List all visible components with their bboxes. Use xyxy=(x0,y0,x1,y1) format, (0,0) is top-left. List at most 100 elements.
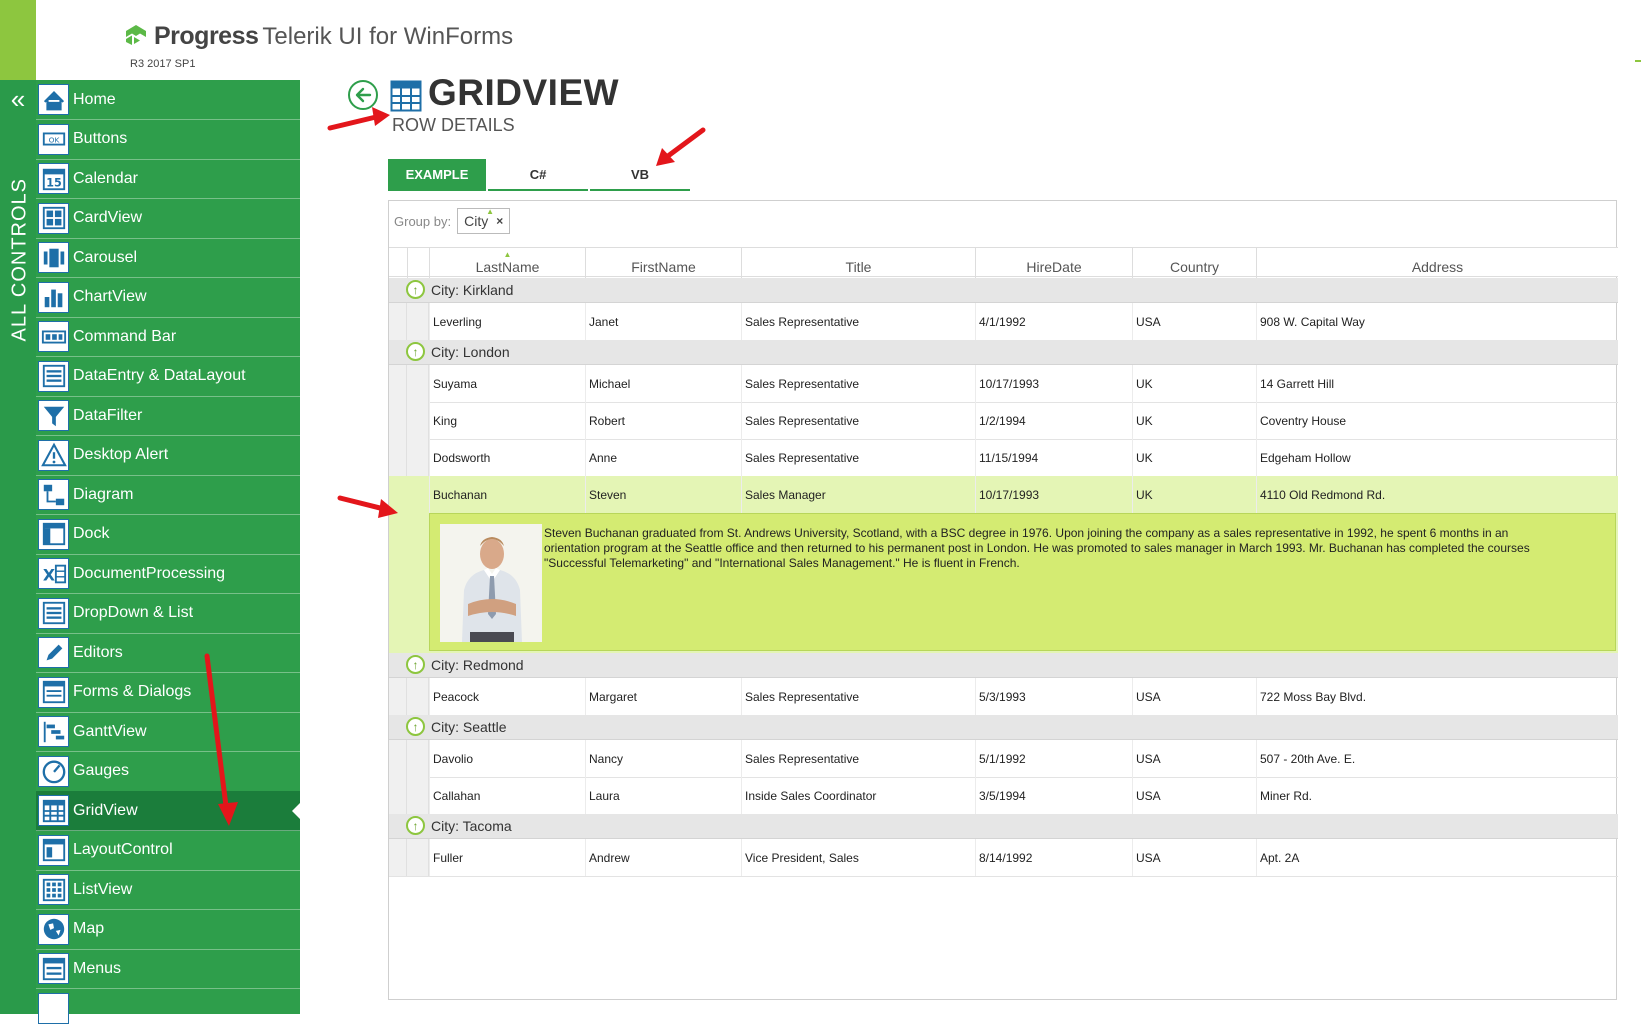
cell-country[interactable]: UK xyxy=(1132,476,1256,513)
cell-title[interactable]: Sales Representative xyxy=(741,740,975,777)
sidebar-item-desktop-alert[interactable]: Desktop Alert xyxy=(36,436,300,476)
sidebar-item-carousel[interactable]: Carousel xyxy=(36,238,300,278)
sidebar-item-documentprocessing[interactable]: X DocumentProcessing xyxy=(36,554,300,594)
sidebar-item-forms-dialogs[interactable]: Forms & Dialogs xyxy=(36,673,300,713)
table-row[interactable]: Peacock Margaret Sales Representative 5/3/1… xyxy=(389,678,1618,716)
cell-firstname[interactable]: Michael xyxy=(585,365,741,402)
row-indicator[interactable] xyxy=(407,740,429,777)
sidebar-item-dropdown-list[interactable]: DropDown & List xyxy=(36,594,300,634)
cell-firstname[interactable]: Margaret xyxy=(585,678,741,715)
cell-country[interactable]: USA xyxy=(1132,740,1256,777)
cell-lastname[interactable]: Suyama xyxy=(429,365,585,402)
sidebar-item-layoutcontrol[interactable]: LayoutControl xyxy=(36,831,300,871)
column-header-address[interactable]: Address xyxy=(1256,248,1618,278)
row-indicator[interactable] xyxy=(407,303,429,340)
cell-title[interactable]: Sales Representative xyxy=(741,303,975,340)
sidebar-item-datafilter[interactable]: DataFilter xyxy=(36,396,300,436)
row-indicator[interactable] xyxy=(407,365,429,402)
cell-country[interactable]: USA xyxy=(1132,777,1256,814)
cell-address[interactable]: Edgeham Hollow xyxy=(1256,439,1618,476)
tab-csharp[interactable]: C# xyxy=(488,159,588,191)
cell-title[interactable]: Sales Representative xyxy=(741,402,975,439)
group-row[interactable]: ↑ City: London xyxy=(389,340,1618,365)
cell-address[interactable]: 722 Moss Bay Blvd. xyxy=(1256,678,1618,715)
cell-address[interactable]: Miner Rd. xyxy=(1256,777,1618,814)
cell-firstname[interactable]: Janet xyxy=(585,303,741,340)
collapse-group-icon[interactable]: ↑ xyxy=(406,816,425,835)
group-row[interactable]: ↑ City: Tacoma xyxy=(389,814,1618,839)
cell-lastname[interactable]: Leverling xyxy=(429,303,585,340)
cell-lastname[interactable]: Dodsworth xyxy=(429,439,585,476)
column-header-country[interactable]: Country xyxy=(1132,248,1256,278)
cell-hiredate[interactable]: 4/1/1992 xyxy=(975,303,1132,340)
sidebar-item-buttons[interactable]: OK Buttons xyxy=(36,120,300,160)
row-indicator[interactable] xyxy=(407,678,429,715)
sidebar-item-home[interactable]: Home xyxy=(36,80,300,120)
cell-lastname[interactable]: Buchanan xyxy=(429,476,585,513)
cell-title[interactable]: Sales Manager xyxy=(741,476,975,513)
cell-title[interactable]: Vice President, Sales xyxy=(741,839,975,876)
group-chip-city[interactable]: ▲ City × xyxy=(457,207,511,234)
cell-hiredate[interactable]: 5/3/1993 xyxy=(975,678,1132,715)
sidebar-item-chartview[interactable]: ChartView xyxy=(36,278,300,318)
cell-address[interactable]: Apt. 2A xyxy=(1256,839,1618,876)
column-header-lastname[interactable]: LastName ▲ xyxy=(429,248,585,278)
sidebar-item-menus[interactable]: Menus xyxy=(36,949,300,989)
row-indicator[interactable] xyxy=(407,402,429,439)
cell-title[interactable]: Sales Representative xyxy=(741,365,975,402)
cell-firstname[interactable]: Anne xyxy=(585,439,741,476)
sidebar-item-calendar[interactable]: 15 Calendar xyxy=(36,159,300,199)
tab-vb[interactable]: VB xyxy=(590,159,690,191)
sidebar-item-dataentry-datalayout[interactable]: DataEntry & DataLayout xyxy=(36,357,300,397)
cell-lastname[interactable]: Callahan xyxy=(429,777,585,814)
table-row[interactable]: Suyama Michael Sales Representative 10/17/1… xyxy=(389,365,1618,403)
group-row[interactable]: ↑ City: Seattle xyxy=(389,715,1618,740)
sidebar-item-listview[interactable]: ListView xyxy=(36,870,300,910)
collapse-group-icon[interactable]: ↑ xyxy=(406,655,425,674)
cell-hiredate[interactable]: 1/2/1994 xyxy=(975,402,1132,439)
sidebar-item-diagram[interactable]: Diagram xyxy=(36,475,300,515)
cell-address[interactable]: Coventry House xyxy=(1256,402,1618,439)
column-header-hiredate[interactable]: HireDate xyxy=(975,248,1132,278)
tab-example[interactable]: EXAMPLE xyxy=(388,159,486,191)
cell-firstname[interactable]: Andrew xyxy=(585,839,741,876)
cell-country[interactable]: UK xyxy=(1132,439,1256,476)
group-row[interactable]: ↑ City: Kirkland xyxy=(389,278,1618,303)
table-row[interactable]: Davolio Nancy Sales Representative 5/1/1992… xyxy=(389,740,1618,778)
row-indicator[interactable] xyxy=(407,476,429,513)
collapse-group-icon[interactable]: ↑ xyxy=(406,280,425,299)
cell-title[interactable]: Sales Representative xyxy=(741,439,975,476)
sidebar-item-partial[interactable] xyxy=(36,989,300,1029)
cell-country[interactable]: UK xyxy=(1132,365,1256,402)
cell-country[interactable]: UK xyxy=(1132,402,1256,439)
group-row[interactable]: ↑ City: Redmond xyxy=(389,653,1618,678)
sidebar-item-command-bar[interactable]: Command Bar xyxy=(36,317,300,357)
cell-firstname[interactable]: Robert xyxy=(585,402,741,439)
top-right-tab-edge[interactable] xyxy=(1635,38,1641,62)
back-button[interactable] xyxy=(348,80,378,110)
table-row[interactable]: Leverling Janet Sales Representative 4/1/19… xyxy=(389,303,1618,341)
table-row-selected[interactable]: Buchanan Steven Sales Manager 10/17/1993 UK 4… xyxy=(389,476,1618,514)
table-row[interactable]: Fuller Andrew Vice President, Sales 8/14/19… xyxy=(389,839,1618,877)
cell-address[interactable]: 14 Garrett Hill xyxy=(1256,365,1618,402)
collapse-group-icon[interactable]: ↑ xyxy=(406,717,425,736)
cell-address[interactable]: 908 W. Capital Way xyxy=(1256,303,1618,340)
collapse-group-icon[interactable]: ↑ xyxy=(406,342,425,361)
sidebar-item-editors[interactable]: Editors xyxy=(36,633,300,673)
sidebar-item-gauges[interactable]: Gauges xyxy=(36,752,300,792)
row-indicator[interactable] xyxy=(407,439,429,476)
cell-lastname[interactable]: King xyxy=(429,402,585,439)
column-header-title[interactable]: Title xyxy=(741,248,975,278)
cell-firstname[interactable]: Nancy xyxy=(585,740,741,777)
cell-country[interactable]: USA xyxy=(1132,303,1256,340)
table-row[interactable]: King Robert Sales Representative 1/2/1994 UK… xyxy=(389,402,1618,440)
cell-hiredate[interactable]: 5/1/1992 xyxy=(975,740,1132,777)
sidebar-item-dock[interactable]: Dock xyxy=(36,515,300,555)
cell-hiredate[interactable]: 10/17/1993 xyxy=(975,365,1132,402)
cell-firstname[interactable]: Steven xyxy=(585,476,741,513)
cell-lastname[interactable]: Peacock xyxy=(429,678,585,715)
table-row[interactable]: Callahan Laura Inside Sales Coordinator 3/5… xyxy=(389,777,1618,815)
cell-hiredate[interactable]: 11/15/1994 xyxy=(975,439,1132,476)
sidebar-item-ganttview[interactable]: GanttView xyxy=(36,712,300,752)
sidebar-item-gridview[interactable]: GridView xyxy=(36,791,300,831)
